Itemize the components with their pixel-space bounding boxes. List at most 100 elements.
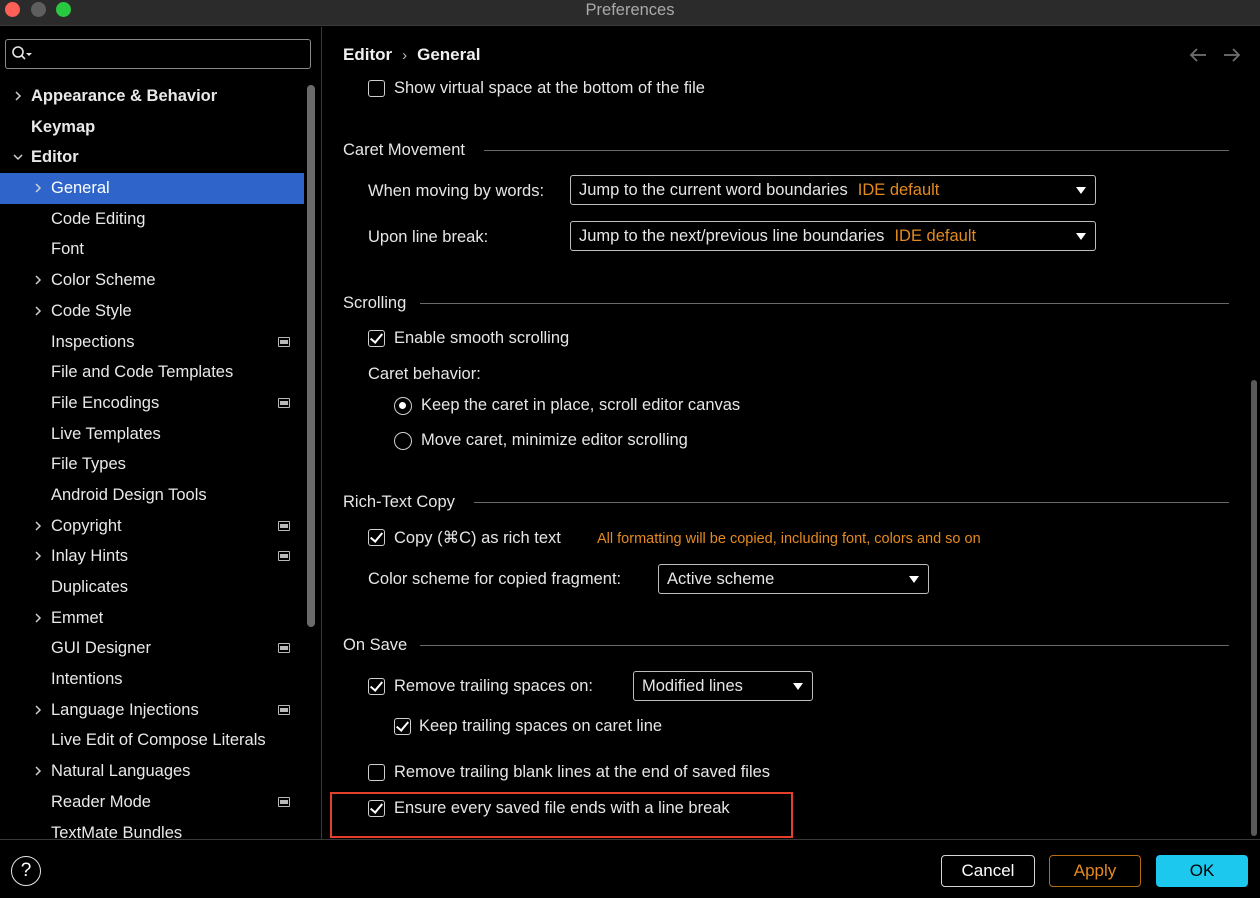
sidebar-item-android-design-tools[interactable]: Android Design Tools [0, 480, 304, 511]
sidebar-item-label: GUI Designer [51, 639, 151, 658]
cancel-button[interactable]: Cancel [941, 855, 1035, 887]
section-divider [420, 645, 1229, 646]
help-button[interactable]: ? [11, 856, 41, 886]
sidebar-item-appearance-behavior[interactable]: Appearance & Behavior [0, 81, 304, 112]
project-scope-icon [278, 704, 290, 715]
sidebar-item-label: File Types [51, 455, 126, 474]
panel-scrollbar[interactable] [1251, 380, 1257, 836]
sidebar-item-label: Font [51, 240, 85, 259]
trailing-spaces-label[interactable]: Remove trailing spaces on: [394, 677, 593, 696]
chevron-right-icon[interactable] [31, 756, 45, 786]
sidebar-item-label: File and Code Templates [51, 363, 234, 382]
keep-caret-label[interactable]: Keep the caret in place, scroll editor c… [421, 396, 740, 415]
ok-button[interactable]: OK [1156, 855, 1248, 887]
moving-by-words-dropdown[interactable]: Jump to the current word boundaries IDE d… [570, 175, 1096, 205]
arrow-left-icon[interactable] [1188, 45, 1208, 65]
sidebar-item-label: TextMate Bundles [51, 823, 183, 840]
sidebar-item-language-injections[interactable]: Language Injections [0, 695, 304, 726]
window-title: Preferences [585, 1, 675, 19]
chevron-down-icon [909, 576, 919, 583]
project-scope-icon [278, 796, 290, 807]
sidebar-item-label: Live Edit of Compose Literals [51, 731, 266, 750]
line-break-value: Jump to the next/previous line boundarie… [579, 227, 885, 245]
sidebar-item-live-edit-of-compose-literals[interactable]: Live Edit of Compose Literals [0, 725, 304, 756]
breadcrumb-parent[interactable]: Editor [343, 45, 392, 64]
chevron-right-icon[interactable] [31, 541, 45, 571]
smooth-scrolling-label[interactable]: Enable smooth scrolling [394, 329, 569, 348]
arrow-right-icon[interactable] [1222, 45, 1242, 65]
sidebar-item-reader-mode[interactable]: Reader Mode [0, 787, 304, 818]
smooth-scrolling-checkbox[interactable] [368, 330, 385, 347]
trailing-spaces-dropdown[interactable]: Modified lines [633, 671, 813, 701]
chevron-right-icon[interactable] [31, 173, 45, 203]
sidebar-item-label: Copyright [51, 516, 122, 535]
sidebar-item-label: Android Design Tools [51, 485, 207, 504]
section-divider [474, 502, 1229, 503]
section-divider [420, 303, 1229, 304]
sidebar-item-code-editing[interactable]: Code Editing [0, 204, 304, 235]
sidebar-item-label: General [51, 179, 110, 198]
sidebar-item-label: Inspections [51, 332, 135, 351]
scrolling-header: Scrolling [343, 294, 407, 312]
sidebar-item-font[interactable]: Font [0, 234, 304, 265]
virtual-space-checkbox[interactable] [368, 80, 385, 97]
sidebar-item-label: Code Style [51, 301, 132, 320]
sidebar-item-label: Keymap [31, 117, 96, 136]
sidebar-item-file-encodings[interactable]: File Encodings [0, 388, 304, 419]
sidebar-item-label: Inlay Hints [51, 547, 129, 566]
sidebar-item-general[interactable]: General [0, 173, 304, 204]
settings-search-input[interactable] [5, 39, 311, 69]
rich-text-label[interactable]: Copy (⌘C) as rich text [394, 528, 561, 548]
chevron-right-icon[interactable] [31, 511, 45, 541]
sidebar-item-emmet[interactable]: Emmet [0, 603, 304, 634]
settings-tree: Appearance & Behavior Keymap Editor General… [0, 81, 304, 839]
virtual-space-label[interactable]: Show virtual space at the bottom of the … [394, 79, 705, 98]
rich-text-checkbox[interactable] [368, 529, 385, 546]
sidebar-item-label: Code Editing [51, 209, 146, 228]
sidebar-item-keymap[interactable]: Keymap [0, 112, 304, 143]
move-caret-radio[interactable] [394, 432, 412, 450]
chevron-right-icon[interactable] [31, 695, 45, 725]
sidebar-item-inspections[interactable]: Inspections [0, 327, 304, 358]
copied-scheme-dropdown[interactable]: Active scheme [658, 564, 929, 594]
blank-lines-label[interactable]: Remove trailing blank lines at the end o… [394, 763, 770, 782]
keep-caret-radio[interactable] [394, 397, 412, 415]
sidebar-item-natural-languages[interactable]: Natural Languages [0, 756, 304, 787]
sidebar-item-duplicates[interactable]: Duplicates [0, 572, 304, 603]
chevron-right-icon[interactable] [31, 603, 45, 633]
sidebar-item-intentions[interactable]: Intentions [0, 664, 304, 695]
trailing-spaces-checkbox[interactable] [368, 678, 385, 695]
move-caret-label[interactable]: Move caret, minimize editor scrolling [421, 431, 688, 450]
on-save-header: On Save [343, 636, 408, 654]
sidebar-item-file-and-code-templates[interactable]: File and Code Templates [0, 357, 304, 388]
keep-caret-line-checkbox[interactable] [394, 718, 411, 735]
sidebar-item-editor[interactable]: Editor [0, 142, 304, 173]
sidebar-item-file-types[interactable]: File Types [0, 449, 304, 480]
apply-button[interactable]: Apply [1049, 855, 1141, 887]
sidebar-item-textmate-bundles[interactable]: TextMate Bundles [0, 818, 304, 840]
sidebar-item-code-style[interactable]: Code Style [0, 296, 304, 327]
section-divider [484, 150, 1229, 151]
sidebar-item-label: Editor [31, 148, 79, 167]
keep-caret-line-label[interactable]: Keep trailing spaces on caret line [419, 717, 662, 736]
sidebar-item-gui-designer[interactable]: GUI Designer [0, 633, 304, 664]
sidebar-item-color-scheme[interactable]: Color Scheme [0, 265, 304, 296]
chevron-right-icon[interactable] [11, 81, 25, 111]
line-break-dropdown[interactable]: Jump to the next/previous line boundarie… [570, 221, 1096, 251]
moving-by-words-value: Jump to the current word boundaries [579, 181, 848, 199]
line-break-label: Upon line break: [368, 228, 489, 246]
sidebar-item-label: Color Scheme [51, 271, 156, 290]
rich-text-header: Rich-Text Copy [343, 493, 455, 511]
chevron-down-icon [1076, 233, 1086, 240]
sidebar-item-label: Intentions [51, 670, 123, 689]
blank-lines-checkbox[interactable] [368, 764, 385, 781]
sidebar-item-inlay-hints[interactable]: Inlay Hints [0, 541, 304, 572]
chevron-right-icon[interactable] [31, 265, 45, 295]
settings-sidebar: Appearance & Behavior Keymap Editor General… [0, 27, 321, 839]
sidebar-item-copyright[interactable]: Copyright [0, 511, 304, 542]
chevron-down-icon[interactable] [11, 142, 25, 172]
sidebar-item-live-templates[interactable]: Live Templates [0, 419, 304, 450]
chevron-right-icon[interactable] [31, 296, 45, 326]
project-scope-icon [278, 397, 290, 408]
sidebar-scrollbar[interactable] [307, 85, 315, 627]
